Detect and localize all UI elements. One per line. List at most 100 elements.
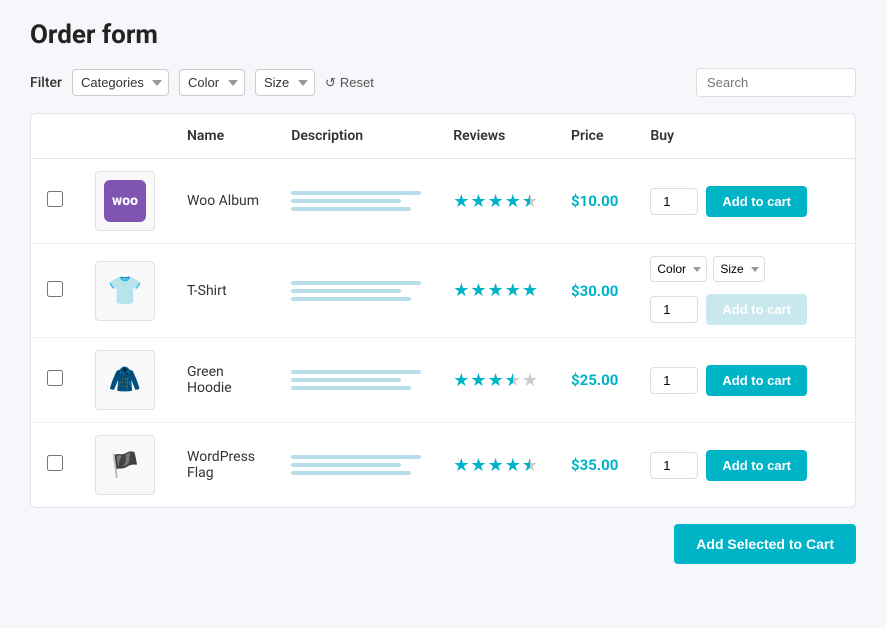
- star-rating: ★★★★★★: [453, 191, 539, 212]
- buy-controls: Add to cart: [650, 450, 807, 481]
- reviews-cell: ★★★★★★: [437, 338, 555, 423]
- extra-cell: [823, 244, 855, 338]
- description-lines: [291, 370, 421, 390]
- desc-line: [291, 370, 421, 374]
- extra-cell: [823, 159, 855, 244]
- desc-line: [291, 199, 401, 203]
- buy-controls: Add to cart: [650, 186, 807, 217]
- hoodie-icon: 🧥: [109, 365, 141, 395]
- product-name: Green Hoodie: [187, 364, 232, 396]
- desc-line: [291, 386, 411, 390]
- description-lines: [291, 281, 421, 301]
- name-header: Name: [171, 114, 275, 159]
- reviews-cell: ★★★★★: [437, 244, 555, 338]
- product-image-cell: 🧥: [79, 338, 171, 423]
- row-checkbox-cell: [31, 423, 79, 508]
- products-table: Name Description Reviews Price Buy woo: [30, 113, 856, 508]
- description-cell: [275, 159, 437, 244]
- desc-line: [291, 191, 421, 195]
- desc-line: [291, 378, 401, 382]
- add-to-cart-button[interactable]: Add to cart: [706, 186, 807, 217]
- product-image-cell: woo: [79, 159, 171, 244]
- row-checkbox-flag[interactable]: [47, 455, 63, 471]
- footer-bar: Add Selected to Cart: [30, 524, 856, 564]
- buy-cell: Color Size Add to cart: [634, 244, 823, 338]
- star-rating: ★★★★★: [453, 280, 539, 301]
- desc-line: [291, 455, 421, 459]
- product-name-cell: T-Shirt: [171, 244, 275, 338]
- desc-line: [291, 463, 401, 467]
- product-price: $30.00: [571, 282, 618, 300]
- quantity-input[interactable]: [650, 188, 698, 215]
- buy-cell: Add to cart: [634, 159, 823, 244]
- extra-cell: [823, 423, 855, 508]
- quantity-input[interactable]: [650, 367, 698, 394]
- woo-icon: woo: [104, 180, 146, 222]
- buy-row: Add to cart: [650, 294, 807, 325]
- row-checkbox-cell: [31, 244, 79, 338]
- product-image-cell: 🏴: [79, 423, 171, 508]
- table-row: 🧥 Green Hoodie ★★★★★★ $25: [31, 338, 855, 423]
- buy-controls: Add to cart: [650, 365, 807, 396]
- reset-button[interactable]: ↺ Reset: [325, 75, 374, 91]
- table-header: Name Description Reviews Price Buy: [31, 114, 855, 159]
- product-name: WordPress Flag: [187, 449, 255, 481]
- product-image-hoodie: 🧥: [95, 350, 155, 410]
- img-header: [79, 114, 171, 159]
- color-variant-select[interactable]: Color: [650, 256, 707, 282]
- add-selected-to-cart-button[interactable]: Add Selected to Cart: [674, 524, 856, 564]
- color-filter-select[interactable]: Color: [179, 69, 245, 96]
- filter-label: Filter: [30, 75, 62, 91]
- page-title: Order form: [30, 20, 856, 50]
- buy-controls-tshirt: Color Size Add to cart: [650, 256, 807, 325]
- row-checkbox-cell: [31, 159, 79, 244]
- price-cell: $10.00: [555, 159, 634, 244]
- product-name: T-Shirt: [187, 283, 227, 299]
- product-image-woo-album: woo: [95, 171, 155, 231]
- price-cell: $30.00: [555, 244, 634, 338]
- row-checkbox-tshirt[interactable]: [47, 281, 63, 297]
- quantity-input[interactable]: [650, 296, 698, 323]
- row-checkbox-hoodie[interactable]: [47, 370, 63, 386]
- product-image-cell: 👕: [79, 244, 171, 338]
- description-cell: [275, 244, 437, 338]
- row-checkbox-woo-album[interactable]: [47, 191, 63, 207]
- table-row: 👕 T-Shirt ★★★★★ $30.00: [31, 244, 855, 338]
- action-header: [823, 114, 855, 159]
- flag-icon: 🏴: [110, 451, 140, 479]
- description-cell: [275, 338, 437, 423]
- table-row: woo Woo Album ★★★★★★ $10.0: [31, 159, 855, 244]
- desc-line: [291, 207, 411, 211]
- tshirt-icon: 👕: [108, 274, 143, 307]
- buy-cell: Add to cart: [634, 338, 823, 423]
- buy-cell: Add to cart: [634, 423, 823, 508]
- add-to-cart-button[interactable]: Add to cart: [706, 365, 807, 396]
- price-cell: $35.00: [555, 423, 634, 508]
- quantity-input[interactable]: [650, 452, 698, 479]
- product-image-tshirt: 👕: [95, 261, 155, 321]
- add-to-cart-button[interactable]: Add to cart: [706, 294, 807, 325]
- size-variant-select[interactable]: Size: [713, 256, 765, 282]
- product-image-flag: 🏴: [95, 435, 155, 495]
- size-filter-select[interactable]: Size: [255, 69, 315, 96]
- desc-line: [291, 289, 401, 293]
- description-lines: [291, 191, 421, 211]
- price-header: Price: [555, 114, 634, 159]
- product-name-cell: WordPress Flag: [171, 423, 275, 508]
- reviews-cell: ★★★★★★: [437, 159, 555, 244]
- add-to-cart-button[interactable]: Add to cart: [706, 450, 807, 481]
- description-cell: [275, 423, 437, 508]
- product-name-cell: Woo Album: [171, 159, 275, 244]
- table-row: 🏴 WordPress Flag ★★★★★★ $: [31, 423, 855, 508]
- product-name: Woo Album: [187, 193, 259, 209]
- desc-line: [291, 297, 411, 301]
- star-rating: ★★★★★★: [453, 370, 539, 391]
- filter-bar: Filter Categories Color Size ↺ Reset: [30, 68, 856, 97]
- search-input[interactable]: [696, 68, 856, 97]
- buy-header: Buy: [634, 114, 823, 159]
- desc-line: [291, 471, 411, 475]
- categories-select[interactable]: Categories: [72, 69, 169, 96]
- price-cell: $25.00: [555, 338, 634, 423]
- description-lines: [291, 455, 421, 475]
- product-price: $10.00: [571, 192, 618, 210]
